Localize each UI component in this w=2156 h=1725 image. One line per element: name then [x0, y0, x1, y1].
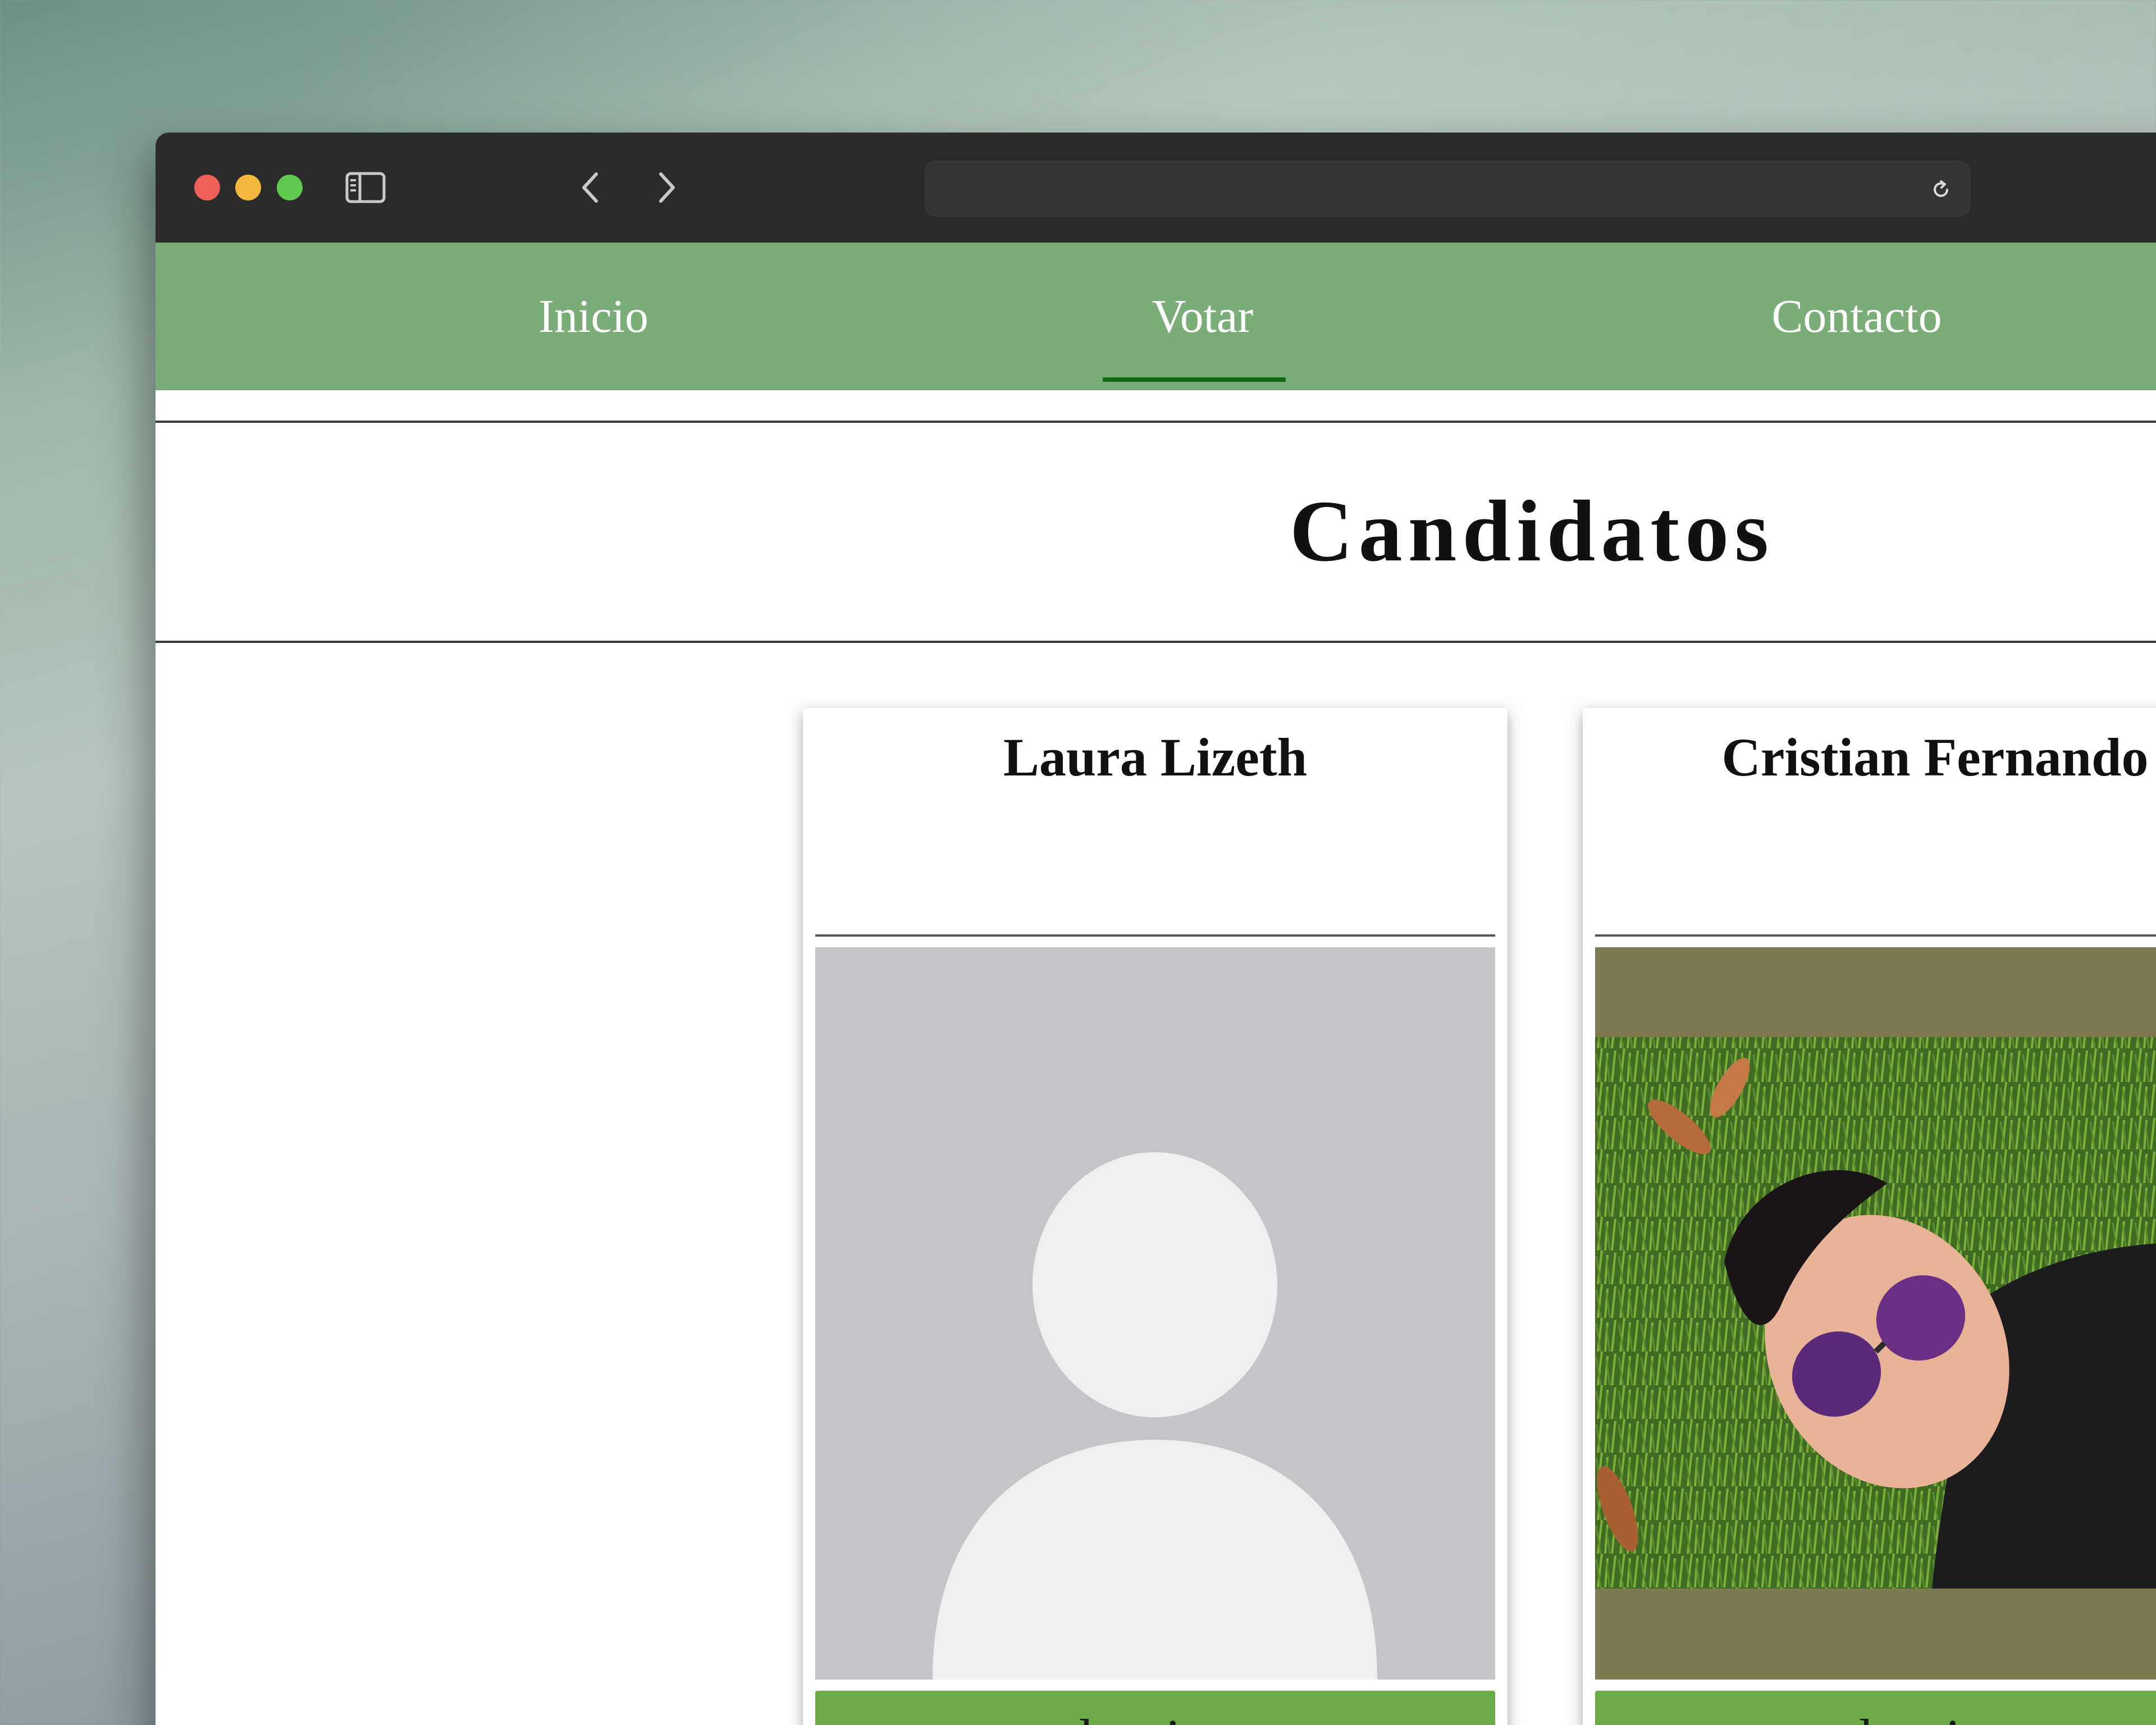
candidate-name: Laura Lizeth [1003, 727, 1308, 787]
nav-link-contacto[interactable]: Contacto [1728, 243, 1986, 390]
browser-window: Inicio Votar Contacto Candidatos Laura L… [156, 133, 2156, 1725]
maximize-window-button[interactable] [277, 175, 303, 200]
back-arrow-icon[interactable] [574, 170, 607, 206]
minimize-window-button[interactable] [235, 175, 261, 200]
forward-arrow-icon[interactable] [650, 170, 683, 206]
divider [156, 641, 2156, 643]
candidate-photo [1595, 947, 2156, 1680]
divider [156, 421, 2156, 423]
select-candidate-button[interactable]: seleccionar [1595, 1691, 2156, 1725]
card-divider [815, 934, 1495, 937]
nav-link-inicio[interactable]: Inicio [470, 243, 717, 390]
close-window-button[interactable] [194, 175, 220, 200]
browser-titlebar [156, 133, 2156, 243]
reload-icon[interactable] [1930, 179, 1952, 201]
select-candidate-button[interactable]: seleccionar [815, 1691, 1495, 1725]
candidate-card: Laura Lizeth seleccionar [803, 708, 1508, 1725]
candidate-name: Cristian Fernando [1721, 727, 2149, 787]
address-bar[interactable] [925, 161, 1970, 217]
nav-link-votar[interactable]: Votar [1104, 243, 1301, 390]
default-avatar-image [815, 947, 1495, 1680]
page-title: Candidatos [1290, 482, 1774, 579]
card-divider [1595, 934, 2156, 937]
active-nav-indicator [1103, 377, 1286, 382]
candidate-card: Cristian Fernando [1583, 708, 2156, 1725]
site-navbar: Inicio Votar Contacto [156, 243, 2156, 390]
sidebar-toggle-icon[interactable] [345, 170, 386, 206]
